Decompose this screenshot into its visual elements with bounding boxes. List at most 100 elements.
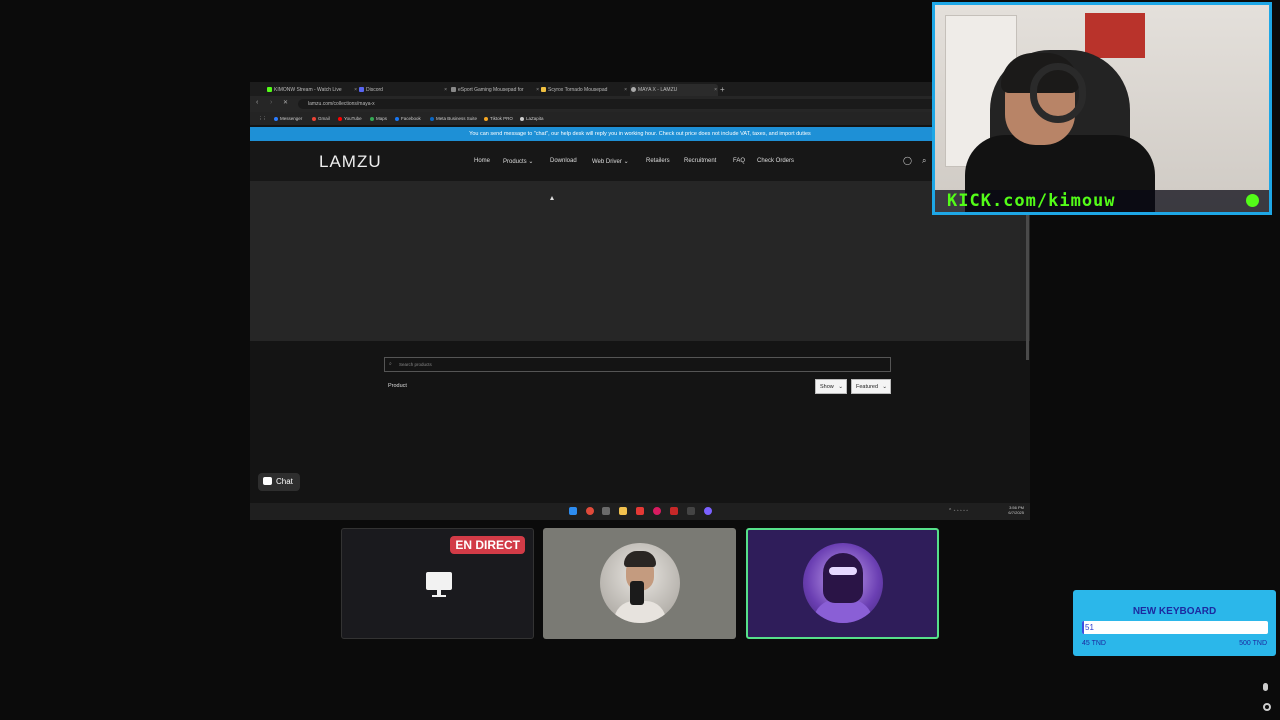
kick-icon (267, 87, 272, 92)
chat-button[interactable]: Chat (258, 473, 300, 491)
select-value: Featured (856, 384, 879, 390)
nav-home[interactable]: Home (474, 158, 490, 164)
bookmark-youtube[interactable]: YouTube (338, 112, 362, 125)
youtube-icon (338, 117, 342, 121)
chevron-down-icon: ⌄ (623, 159, 629, 165)
search-input[interactable]: ⌕ Search products (384, 357, 891, 372)
bookmark-messenger[interactable]: Messenger (274, 112, 302, 125)
announcement-bar: You can send message to "chat", our help… (250, 127, 1030, 141)
close-icon[interactable]: × (444, 84, 447, 96)
avatar-visor (829, 567, 857, 575)
tab-mousepad[interactable]: eSport Gaming Mousepad for × (450, 84, 540, 96)
nav-faq[interactable]: FAQ (733, 158, 745, 164)
new-tab-icon[interactable]: + (720, 84, 730, 96)
settings-icon[interactable] (1263, 703, 1271, 711)
nav-web-driver[interactable]: Web Driver ⌄ (592, 158, 629, 165)
tab-label: KIMONW Stream - Watch Live (274, 87, 342, 93)
bookmark-meta-business[interactable]: Meta Business Suite (430, 112, 477, 125)
tab-lamzu[interactable]: MAYA X - LAMZU × (630, 84, 718, 96)
app-icon[interactable] (687, 507, 695, 515)
chat-bubble-icon (263, 477, 272, 485)
search-icon[interactable]: ⌕ (922, 156, 926, 166)
phone-icon (630, 581, 644, 605)
discord-icon (359, 87, 364, 92)
show-select[interactable]: Show ⌄ (815, 379, 847, 394)
avatar-hair (624, 551, 656, 567)
url-field[interactable]: lamzu.com/collections/maya-x (298, 99, 998, 109)
microphone-icon[interactable] (1263, 683, 1268, 691)
scrollbar[interactable] (1026, 215, 1029, 360)
product-heading: Product (388, 383, 407, 389)
participant-tile-3-speaking[interactable] (746, 528, 939, 639)
monitor-base (432, 595, 446, 597)
nav-check-orders[interactable]: Check Orders (757, 158, 794, 164)
chrome-icon[interactable] (586, 507, 594, 515)
forward-icon[interactable]: › (270, 99, 272, 106)
page-icon (520, 117, 524, 121)
tab-kick-stream[interactable]: KIMONW Stream - Watch Live × (266, 84, 358, 96)
system-tray-icons[interactable]: ⌃ ◦ ◦ ◦ ◦ ◦ (948, 508, 968, 514)
avatar (803, 543, 883, 623)
messenger-icon (274, 117, 278, 121)
bookmark-facebook[interactable]: Facebook (395, 112, 421, 125)
goal-progress-bar: 51 (1082, 621, 1268, 634)
meta-icon (430, 117, 434, 121)
kick-badge-icon (1246, 194, 1259, 207)
task-view-icon[interactable] (602, 507, 610, 515)
reload-icon[interactable]: ✕ (283, 99, 288, 106)
tab-label: eSport Gaming Mousepad for (458, 87, 524, 93)
bookmark-label: YouTube (344, 116, 362, 121)
tab-discord[interactable]: Discord × (358, 84, 448, 96)
bookmark-tiktok[interactable]: Tiktok PRO (484, 112, 513, 125)
account-icon[interactable]: ◯ (903, 156, 912, 165)
chevron-down-icon: ⌄ (838, 384, 843, 390)
close-icon[interactable]: × (714, 84, 717, 96)
windows-start-icon[interactable] (569, 507, 577, 515)
file-explorer-icon[interactable] (619, 507, 627, 515)
chevron-down-icon: ⌄ (882, 384, 887, 390)
back-icon[interactable]: ‹ (256, 99, 258, 106)
apps-icon[interactable]: ⋮⋮ (258, 112, 267, 125)
close-icon[interactable]: × (536, 84, 539, 96)
sort-select[interactable]: Featured ⌄ (851, 379, 891, 394)
chat-label: Chat (276, 477, 293, 486)
participant-tile-2[interactable] (543, 528, 736, 639)
bookmark-gmail[interactable]: Gmail (312, 112, 330, 125)
participant-tile-screenshare[interactable]: EN DIRECT (341, 528, 534, 639)
nav-products[interactable]: Products ⌄ (503, 158, 533, 165)
gmail-icon (312, 117, 316, 121)
donation-goal-widget: NEW KEYBOARD 51 45 TND 500 TND (1073, 590, 1276, 656)
live-badge: EN DIRECT (450, 536, 525, 554)
avatar-figure (823, 553, 863, 603)
app-icon[interactable] (653, 507, 661, 515)
close-icon[interactable]: × (354, 84, 357, 96)
goal-current-value: 51 (1085, 623, 1094, 632)
bookmark-label: LaZapita (526, 116, 544, 121)
nav-download[interactable]: Download (550, 158, 577, 164)
search-icon: ⌕ (389, 361, 392, 367)
maps-icon (370, 117, 374, 121)
discord-icon[interactable] (704, 507, 712, 515)
kick-channel-text: KICK.com/kimouw (947, 191, 1116, 211)
close-icon[interactable]: × (624, 84, 627, 96)
app-icon[interactable] (670, 507, 678, 515)
tab-label: Discord (366, 87, 383, 93)
bookmark-maps[interactable]: Maps (370, 112, 387, 125)
app-icon[interactable] (636, 507, 644, 515)
page-icon (541, 87, 546, 92)
site-logo[interactable]: LAMZU (319, 152, 382, 172)
nav-recruitment[interactable]: Recruitment (684, 158, 716, 164)
webcam-poster (1085, 13, 1145, 58)
page-icon (451, 87, 456, 92)
nav-retailers[interactable]: Retailers (646, 158, 670, 164)
bookmark-lazapita[interactable]: LaZapita (520, 112, 544, 125)
nav-label: Products (503, 159, 527, 165)
tab-label: MAYA X - LAMZU (638, 87, 678, 93)
clock[interactable]: 3:56 PM 6/7/2025 (1008, 505, 1024, 515)
monitor-icon (426, 572, 452, 590)
nav-label: Web Driver (592, 159, 622, 165)
tiktok-icon (484, 117, 488, 121)
tab-scyrox[interactable]: Scyrox Tornado Mousepad × (540, 84, 628, 96)
select-value: Show (820, 384, 834, 390)
facebook-icon (395, 117, 399, 121)
